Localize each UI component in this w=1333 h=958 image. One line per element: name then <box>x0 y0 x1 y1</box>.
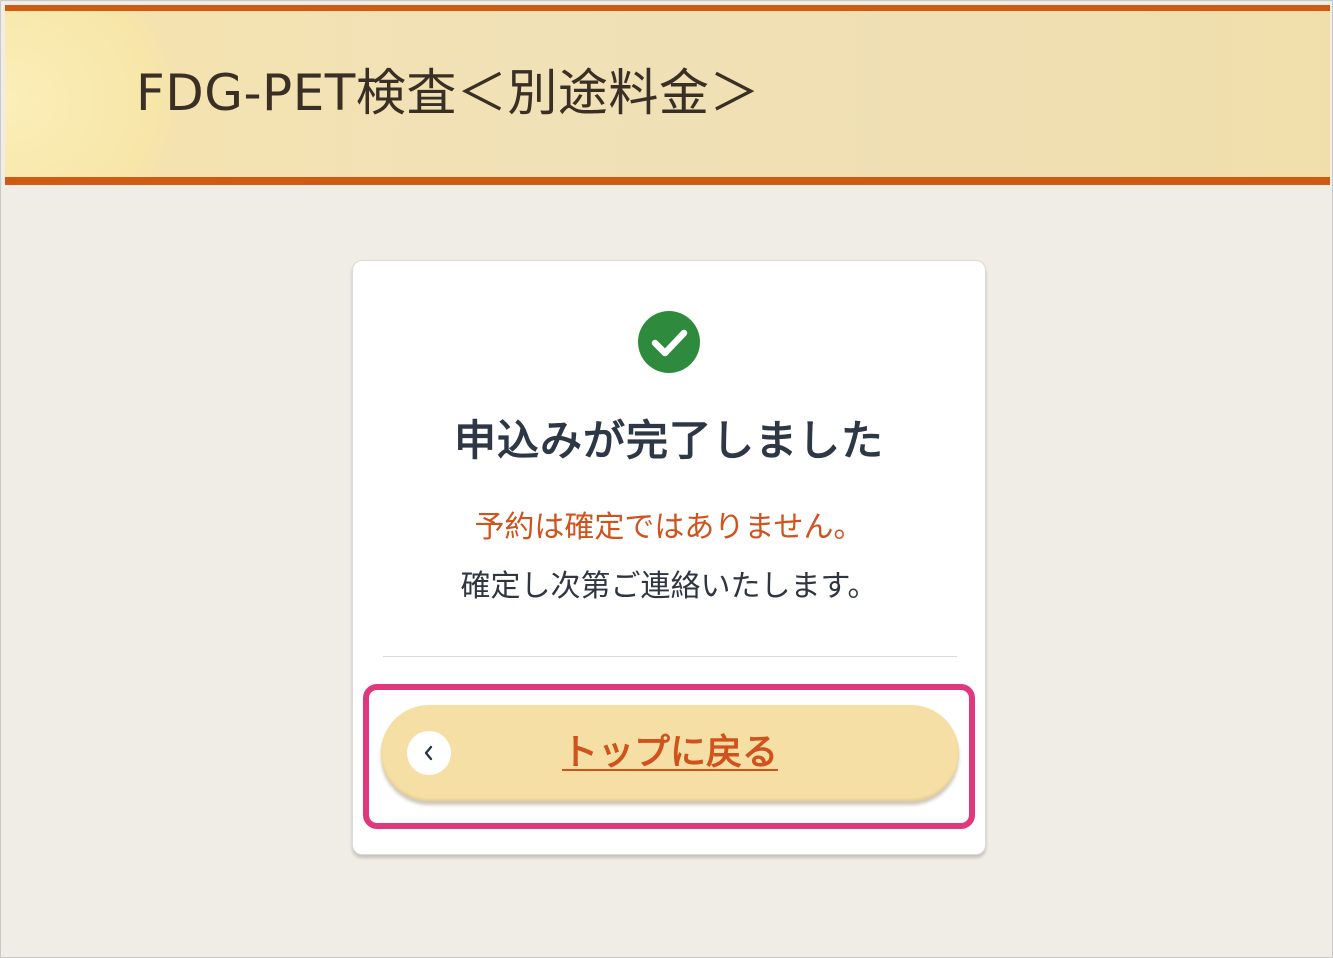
page-header: FDG-PET検査＜別途料金＞ <box>5 5 1330 185</box>
contact-notice: 確定し次第ご連絡いたします。 <box>460 569 878 604</box>
completion-card: 申込みが完了しました 予約は確定ではありません。 確定し次第ご連絡いたします。 … <box>352 260 986 855</box>
divider <box>383 656 957 657</box>
not-confirmed-notice: 予約は確定ではありません。 <box>474 510 864 545</box>
page-title: FDG-PET検査＜別途料金＞ <box>136 64 760 122</box>
back-to-top-label: トップに戻る <box>561 732 778 773</box>
page-frame: FDG-PET検査＜別途料金＞ 申込みが完了しました 予約は確定ではありません。… <box>0 0 1333 958</box>
check-circle-icon <box>638 311 700 373</box>
completion-heading: 申込みが完了しました <box>453 416 884 465</box>
back-to-top-button[interactable]: トップに戻る <box>381 705 959 801</box>
